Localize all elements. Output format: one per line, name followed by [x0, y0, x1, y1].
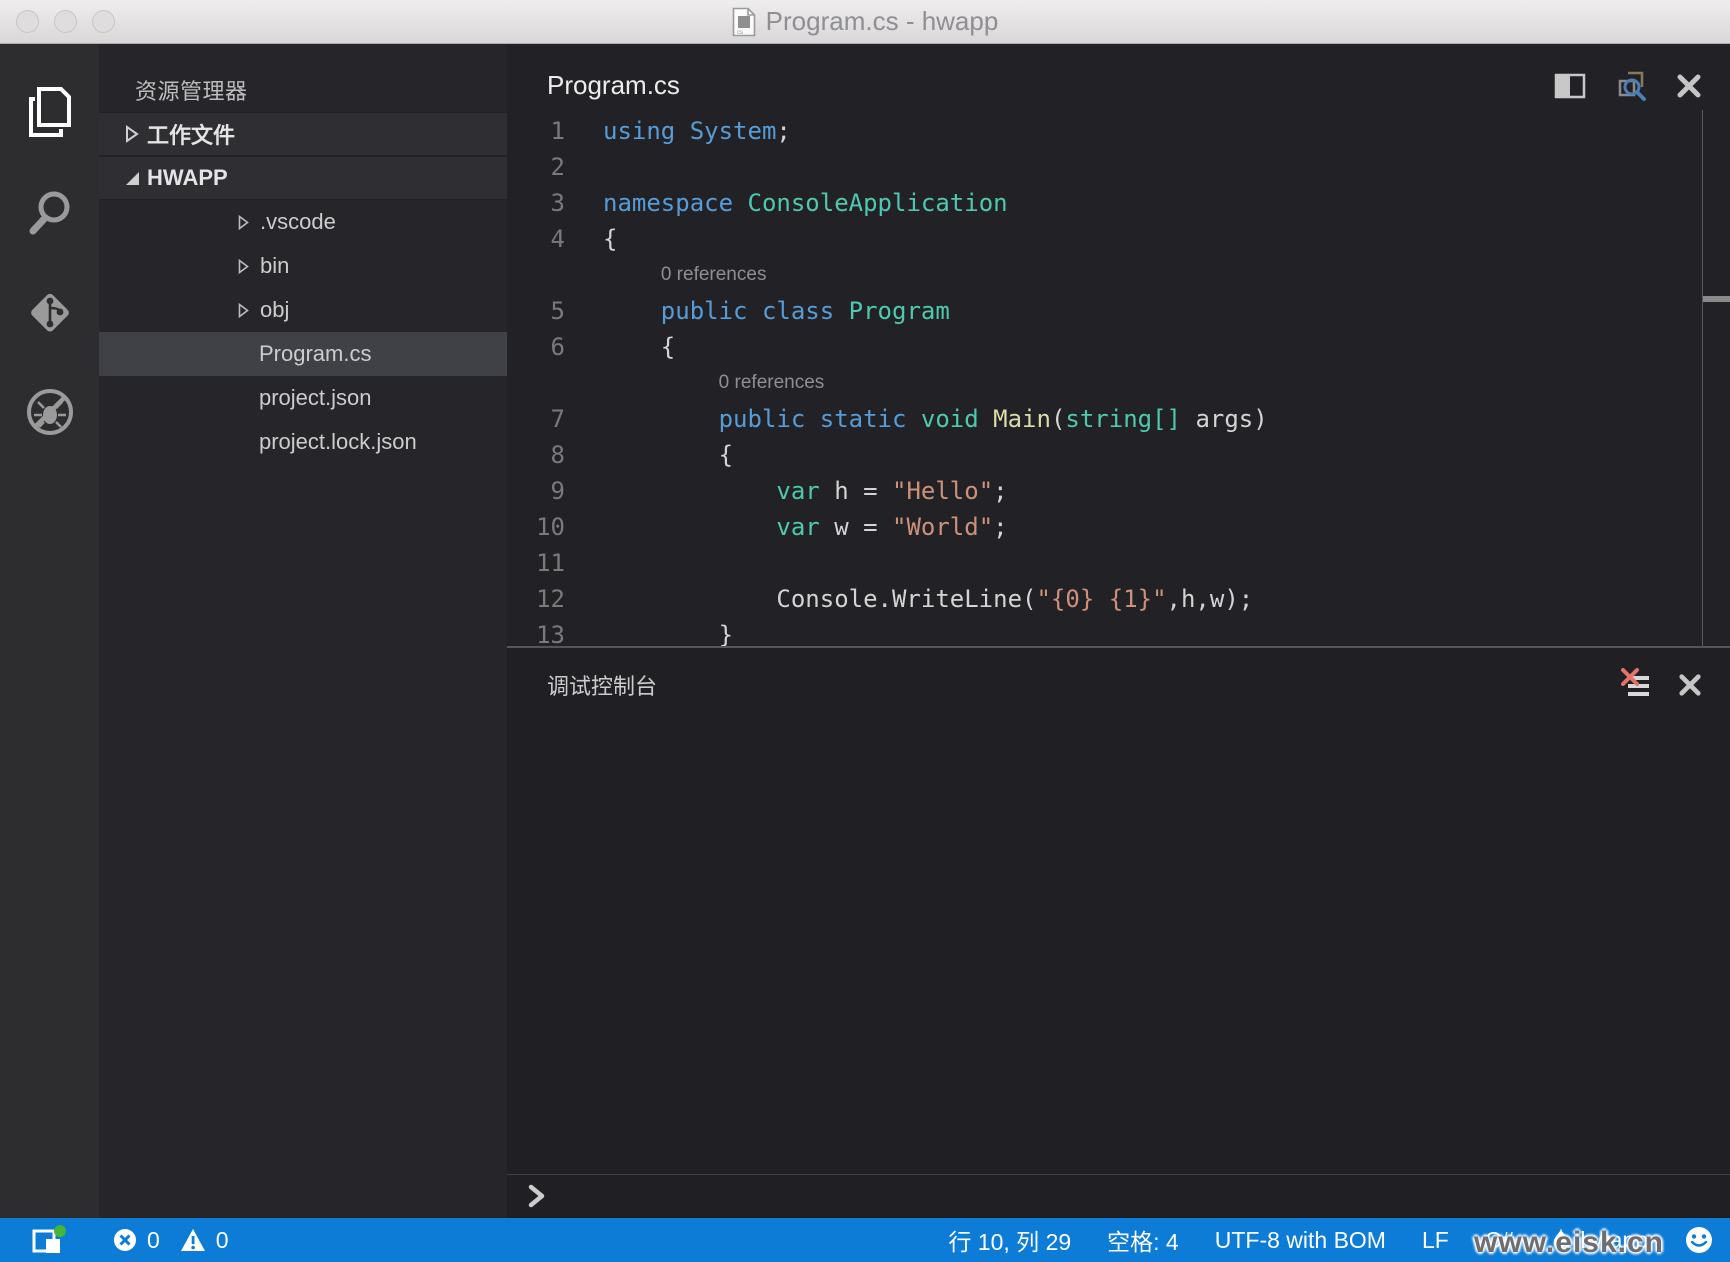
section-working-files[interactable]: 工作文件	[99, 112, 507, 156]
file-tree: .vscode bin obj Program.cs project.json proje…	[99, 200, 507, 464]
encoding-status[interactable]: UTF-8 with BOM	[1215, 1227, 1386, 1254]
codelens-references[interactable]: 0 references	[565, 257, 766, 293]
omnisharp-project[interactable]: hwapp	[1550, 1226, 1648, 1254]
console-input[interactable]	[507, 1174, 1730, 1216]
code-line: 4{	[507, 221, 1730, 257]
clear-console-icon[interactable]	[1620, 668, 1652, 702]
titlebar: cs Program.cs - hwapp	[0, 0, 1730, 44]
code-line: 3namespace ConsoleApplication	[507, 185, 1730, 221]
search-icon[interactable]	[0, 162, 99, 262]
codelens-references[interactable]: 0 references	[565, 365, 824, 401]
problems-indicator[interactable]: 0 0	[112, 1227, 229, 1254]
warning-count: 0	[216, 1227, 229, 1254]
tree-item-project.json[interactable]: project.json	[99, 376, 507, 420]
line-number: 1	[507, 113, 565, 149]
prompt-chevron-icon	[527, 1183, 547, 1209]
panel-header: 调试控制台	[507, 648, 1730, 712]
codelens-row: 0 references	[507, 257, 1730, 293]
code-line: 11	[507, 545, 1730, 581]
line-number: 10	[507, 509, 565, 545]
code-line: 5 public class Program	[507, 293, 1730, 329]
line-number: 3	[507, 185, 565, 221]
scrollbar-thumb[interactable]	[1703, 296, 1730, 302]
tree-item-label: project.json	[259, 385, 372, 411]
explorer-icon[interactable]	[0, 62, 99, 162]
debug-console-panel: 调试控制台	[507, 648, 1730, 1216]
code-line: 1using System;	[507, 113, 1730, 149]
error-count: 0	[147, 1227, 160, 1254]
tree-item-label: Program.cs	[259, 341, 371, 367]
chevron-right-icon	[237, 302, 250, 319]
tree-item-.vscode[interactable]: .vscode	[99, 200, 507, 244]
line-number	[507, 365, 565, 401]
editor-right-ruler	[1702, 110, 1703, 646]
code-line: 7 public static void Main(string[] args)	[507, 401, 1730, 437]
cursor-position[interactable]: 行 10, 列 29	[948, 1223, 1071, 1257]
section-label: 工作文件	[147, 118, 235, 150]
line-number: 12	[507, 581, 565, 617]
svg-text:cs: cs	[737, 30, 743, 36]
code-line: 6 {	[507, 329, 1730, 365]
code-line: 8 {	[507, 437, 1730, 473]
code-line: 13 }	[507, 617, 1730, 648]
tree-item-Program.cs[interactable]: Program.cs	[99, 332, 507, 376]
line-number	[507, 257, 565, 293]
editor: Program.cs	[507, 44, 1730, 648]
split-editor-icon[interactable]	[1554, 72, 1586, 100]
indentation-status[interactable]: 空格: 4	[1107, 1223, 1179, 1257]
project-name: hwapp	[1580, 1227, 1648, 1254]
editor-group: Program.cs	[507, 44, 1730, 1218]
project-status-icon[interactable]	[30, 1223, 70, 1257]
debug-disabled-icon[interactable]	[0, 362, 99, 462]
code-line: 9 var h = "Hello";	[507, 473, 1730, 509]
tree-item-obj[interactable]: obj	[99, 288, 507, 332]
close-editor-icon[interactable]	[1676, 73, 1702, 99]
editor-tab-title[interactable]: Program.cs	[547, 70, 680, 101]
tree-item-label: bin	[260, 253, 289, 279]
chevron-right-icon	[117, 124, 147, 144]
code-line: 2	[507, 149, 1730, 185]
line-number: 2	[507, 149, 565, 185]
code-line: 12 Console.WriteLine("{0} {1}",h,w);	[507, 581, 1730, 617]
flame-icon	[1550, 1226, 1572, 1254]
editor-header: Program.cs	[507, 44, 1730, 113]
tree-item-label: obj	[260, 297, 289, 323]
eol-status[interactable]: LF	[1422, 1227, 1449, 1254]
chevron-expanded-icon	[117, 172, 147, 185]
code-area[interactable]: 1using System;23namespace ConsoleApplica…	[507, 113, 1730, 648]
tree-item-label: project.lock.json	[259, 429, 417, 455]
chevron-right-icon	[237, 258, 250, 275]
document-proxy-icon: cs	[732, 7, 756, 37]
error-icon	[112, 1227, 138, 1253]
line-number: 13	[507, 617, 565, 648]
console-output	[507, 712, 1730, 1174]
window-title: Program.cs - hwapp	[766, 6, 999, 37]
status-bar: 0 0 行 10, 列 29 空格: 4 UTF-8 with BOM LF C…	[0, 1218, 1730, 1262]
tree-item-label: .vscode	[260, 209, 336, 235]
line-number: 4	[507, 221, 565, 257]
line-number: 7	[507, 401, 565, 437]
line-number: 9	[507, 473, 565, 509]
line-number: 6	[507, 329, 565, 365]
line-number: 11	[507, 545, 565, 581]
line-number: 5	[507, 293, 565, 329]
tree-item-bin[interactable]: bin	[99, 244, 507, 288]
sidebar-explorer: 资源管理器 工作文件 HWAPP .vscode bin obj Program.cs…	[99, 44, 507, 1218]
code-line: 10 var w = "World";	[507, 509, 1730, 545]
codelens-row: 0 references	[507, 365, 1730, 401]
section-project-hwapp[interactable]: HWAPP	[99, 156, 507, 200]
panel-title: 调试控制台	[547, 669, 657, 701]
section-label: HWAPP	[147, 165, 228, 191]
chevron-right-icon	[237, 214, 250, 231]
line-number: 8	[507, 437, 565, 473]
close-panel-icon[interactable]	[1678, 673, 1702, 697]
warning-icon	[179, 1227, 207, 1253]
language-mode[interactable]: C#	[1485, 1227, 1514, 1254]
sidebar-title: 资源管理器	[99, 44, 507, 112]
git-icon[interactable]	[0, 262, 99, 362]
feedback-smiley-icon[interactable]	[1684, 1225, 1714, 1255]
tree-item-project.lock.json[interactable]: project.lock.json	[99, 420, 507, 464]
activity-bar	[0, 44, 99, 1218]
open-preview-icon[interactable]	[1614, 69, 1648, 103]
